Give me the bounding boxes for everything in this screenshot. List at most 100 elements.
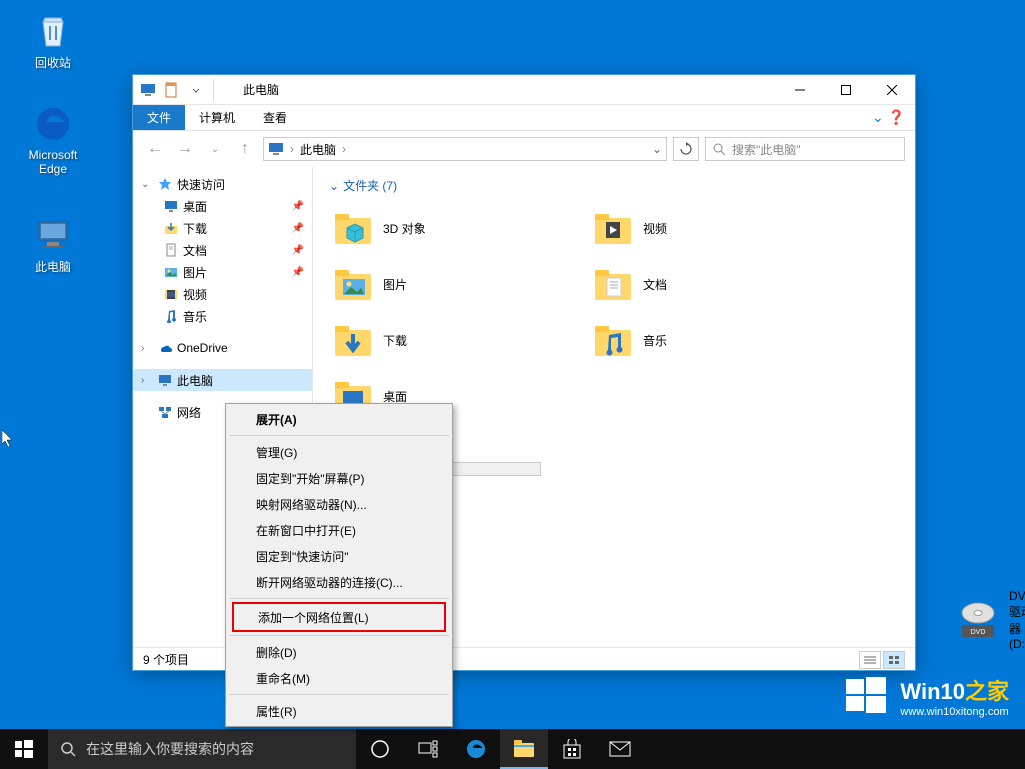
3d-objects-icon — [333, 208, 373, 248]
sidebar-item-videos[interactable]: 视频 — [133, 283, 312, 305]
menu-open-new-window[interactable]: 在新窗口中打开(E) — [228, 517, 450, 543]
view-icons-button[interactable] — [883, 651, 905, 669]
desktop-icon-this-pc[interactable]: 此电脑 — [18, 214, 88, 275]
up-button[interactable]: ↑ — [233, 137, 257, 161]
task-view-button[interactable] — [404, 729, 452, 769]
pin-icon: 📌 — [292, 223, 304, 234]
sidebar-label: 图片 — [183, 264, 207, 281]
document-small-icon — [163, 242, 179, 258]
folders-section-header[interactable]: ⌄文件夹 (7) — [329, 177, 899, 194]
watermark-main: Win10 — [900, 679, 965, 704]
sidebar-item-desktop[interactable]: 桌面📌 — [133, 195, 312, 217]
pictures-small-icon — [163, 264, 179, 280]
qat-properties-icon[interactable] — [161, 79, 183, 101]
desktop-icon-recycle-bin[interactable]: 回收站 — [18, 10, 88, 71]
watermark-sub: 之家 — [965, 679, 1009, 704]
folder-label: 视频 — [643, 220, 667, 237]
cortana-button[interactable] — [356, 729, 404, 769]
close-button[interactable] — [869, 75, 915, 105]
videos-folder-icon — [593, 208, 633, 248]
window-title: 此电脑 — [243, 81, 777, 98]
menu-pin-start[interactable]: 固定到"开始"屏幕(P) — [228, 465, 450, 491]
taskbar-search-placeholder: 在这里输入你要搜索的内容 — [86, 739, 254, 759]
qat-dropdown-icon[interactable] — [185, 79, 207, 101]
downloads-folder-icon — [333, 320, 373, 360]
menu-manage[interactable]: 管理(G) — [228, 439, 450, 465]
menu-map-drive[interactable]: 映射网络驱动器(N)... — [228, 491, 450, 517]
titlebar: 此电脑 — [133, 75, 915, 105]
breadcrumb-this-pc[interactable]: 此电脑 — [300, 141, 336, 158]
folder-label: 3D 对象 — [383, 220, 426, 237]
help-icon[interactable]: ⌄ ❓ — [872, 109, 905, 126]
edge-label: Microsoft Edge — [18, 148, 88, 176]
edge-icon — [33, 104, 73, 144]
menu-properties[interactable]: 属性(R) — [228, 698, 450, 724]
download-small-icon — [163, 220, 179, 236]
app-icon — [137, 79, 159, 101]
music-folder-icon — [593, 320, 633, 360]
view-details-button[interactable] — [859, 651, 881, 669]
taskbar-explorer[interactable] — [500, 729, 548, 769]
menu-disconnect[interactable]: 断开网络驱动器的连接(C)... — [228, 569, 450, 595]
sidebar-quick-access[interactable]: ⌄ 快速访问 — [133, 173, 312, 195]
network-icon — [157, 404, 173, 420]
folder-label: 下载 — [383, 332, 407, 349]
refresh-button[interactable] — [673, 137, 699, 161]
pin-icon: 📌 — [292, 201, 304, 212]
sidebar-item-documents[interactable]: 文档📌 — [133, 239, 312, 261]
search-icon — [712, 142, 726, 156]
taskbar-mail[interactable] — [596, 729, 644, 769]
item-count: 9 个项目 — [143, 651, 189, 668]
back-button[interactable]: ← — [143, 137, 167, 161]
sidebar-label: 音乐 — [183, 308, 207, 325]
documents-folder-icon — [593, 264, 633, 304]
folder-music[interactable]: 音乐 — [589, 314, 829, 366]
taskbar-edge[interactable] — [452, 729, 500, 769]
search-placeholder: 搜索"此电脑" — [732, 141, 801, 158]
folder-documents[interactable]: 文档 — [589, 258, 829, 310]
sidebar-label: 下载 — [183, 220, 207, 237]
qat-separator — [213, 79, 235, 101]
taskbar-store[interactable] — [548, 729, 596, 769]
tab-view[interactable]: 查看 — [249, 105, 301, 130]
desktop-icon-edge[interactable]: Microsoft Edge — [18, 104, 88, 176]
videos-small-icon — [163, 286, 179, 302]
folder-3d-objects[interactable]: 3D 对象 — [329, 202, 569, 254]
sidebar-label: 网络 — [177, 404, 201, 421]
sidebar-item-music[interactable]: 音乐 — [133, 305, 312, 327]
tab-computer[interactable]: 计算机 — [185, 105, 249, 130]
menu-delete[interactable]: 删除(D) — [228, 639, 450, 665]
taskbar-search[interactable]: 在这里输入你要搜索的内容 — [48, 729, 356, 769]
menu-add-network[interactable]: 添加一个网络位置(L) — [234, 604, 444, 630]
sidebar-label: 快速访问 — [177, 176, 225, 193]
folder-downloads[interactable]: 下载 — [329, 314, 569, 366]
tab-file[interactable]: 文件 — [133, 105, 185, 130]
address-bar[interactable]: › 此电脑 › ⌄ — [263, 137, 667, 161]
recent-button[interactable]: ⌄ — [203, 137, 227, 161]
sidebar-onedrive[interactable]: ›OneDrive — [133, 337, 312, 359]
onedrive-icon — [157, 340, 173, 356]
search-input[interactable]: 搜索"此电脑" — [705, 137, 905, 161]
menu-expand[interactable]: 展开(A) — [228, 406, 450, 432]
minimize-button[interactable] — [777, 75, 823, 105]
start-button[interactable] — [0, 729, 48, 769]
sidebar-this-pc[interactable]: ›此电脑 — [133, 369, 312, 391]
menu-pin-quick[interactable]: 固定到"快速访问" — [228, 543, 450, 569]
maximize-button[interactable] — [823, 75, 869, 105]
folder-pictures[interactable]: 图片 — [329, 258, 569, 310]
ribbon-tabs: 文件 计算机 查看 ⌄ ❓ — [133, 105, 915, 131]
sidebar-item-pictures[interactable]: 图片📌 — [133, 261, 312, 283]
music-small-icon — [163, 308, 179, 324]
search-icon — [60, 741, 76, 757]
breadcrumb-sep: › — [342, 142, 346, 156]
folder-label: 图片 — [383, 276, 407, 293]
forward-button[interactable]: → — [173, 137, 197, 161]
sidebar-item-downloads[interactable]: 下载 📌 — [133, 217, 312, 239]
address-dropdown-icon[interactable]: ⌄ — [652, 142, 662, 156]
sidebar-label: 文档 — [183, 242, 207, 259]
menu-rename[interactable]: 重命名(M) — [228, 665, 450, 691]
watermark-logo-icon — [844, 673, 890, 719]
folder-videos[interactable]: 视频 — [589, 202, 829, 254]
address-pc-icon — [268, 141, 284, 157]
watermark: Win10之家 www.win10xitong.com — [844, 673, 1009, 719]
